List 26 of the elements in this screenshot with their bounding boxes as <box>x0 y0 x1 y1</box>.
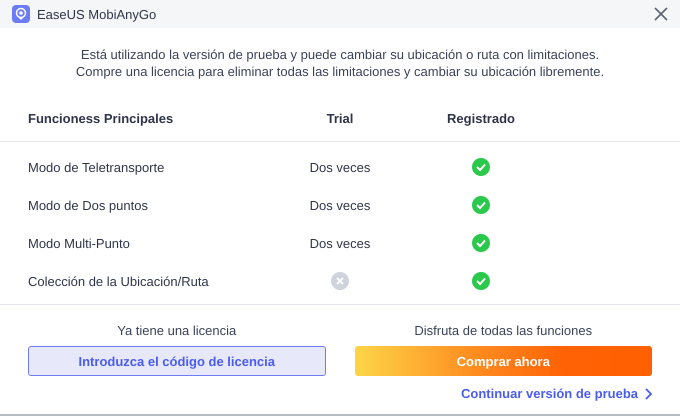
buy-now-button[interactable]: Comprar ahora <box>354 346 652 376</box>
app-logo-icon <box>12 5 30 23</box>
column-header: Registrado <box>446 110 516 126</box>
check-icon <box>472 158 490 176</box>
chevron-right-icon <box>644 388 652 400</box>
cross-icon <box>331 272 349 290</box>
check-icon <box>472 272 490 290</box>
window-title: EaseUS MobiAnyGo <box>37 6 158 22</box>
buy-label: Disfruta de todas las funciones <box>414 323 592 338</box>
column-header: Trial <box>326 110 354 126</box>
close-icon[interactable] <box>654 7 668 21</box>
feature-name: Modo Multi-Punto <box>28 236 131 250</box>
feature-name: Modo de Teletransporte <box>28 160 166 174</box>
trial-limit: Dos veces <box>310 198 370 212</box>
feature-name: Colección de la Ubicación/Ruta <box>28 274 210 288</box>
license-label: Ya tiene una licencia <box>117 323 236 338</box>
check-icon <box>472 234 490 252</box>
trial-limit: Dos veces <box>310 236 370 250</box>
column-header: Funcioness Principales <box>28 110 174 126</box>
trial-limit: Dos veces <box>310 160 370 174</box>
check-icon <box>472 196 490 214</box>
feature-name: Modo de Dos puntos <box>28 198 149 212</box>
continue-trial-link[interactable]: Continuar versión de prueba <box>461 386 652 401</box>
info-message: Compre una licencia para eliminar todas las limitaciones y cambiar su ubicación libremente. <box>74 63 606 80</box>
info-message: Está utilizando la versión de prueba y puede cambiar su ubicación o ruta con limitaciones. <box>80 46 600 63</box>
license-code-button[interactable]: Introduzca el código de licencia <box>28 346 326 376</box>
